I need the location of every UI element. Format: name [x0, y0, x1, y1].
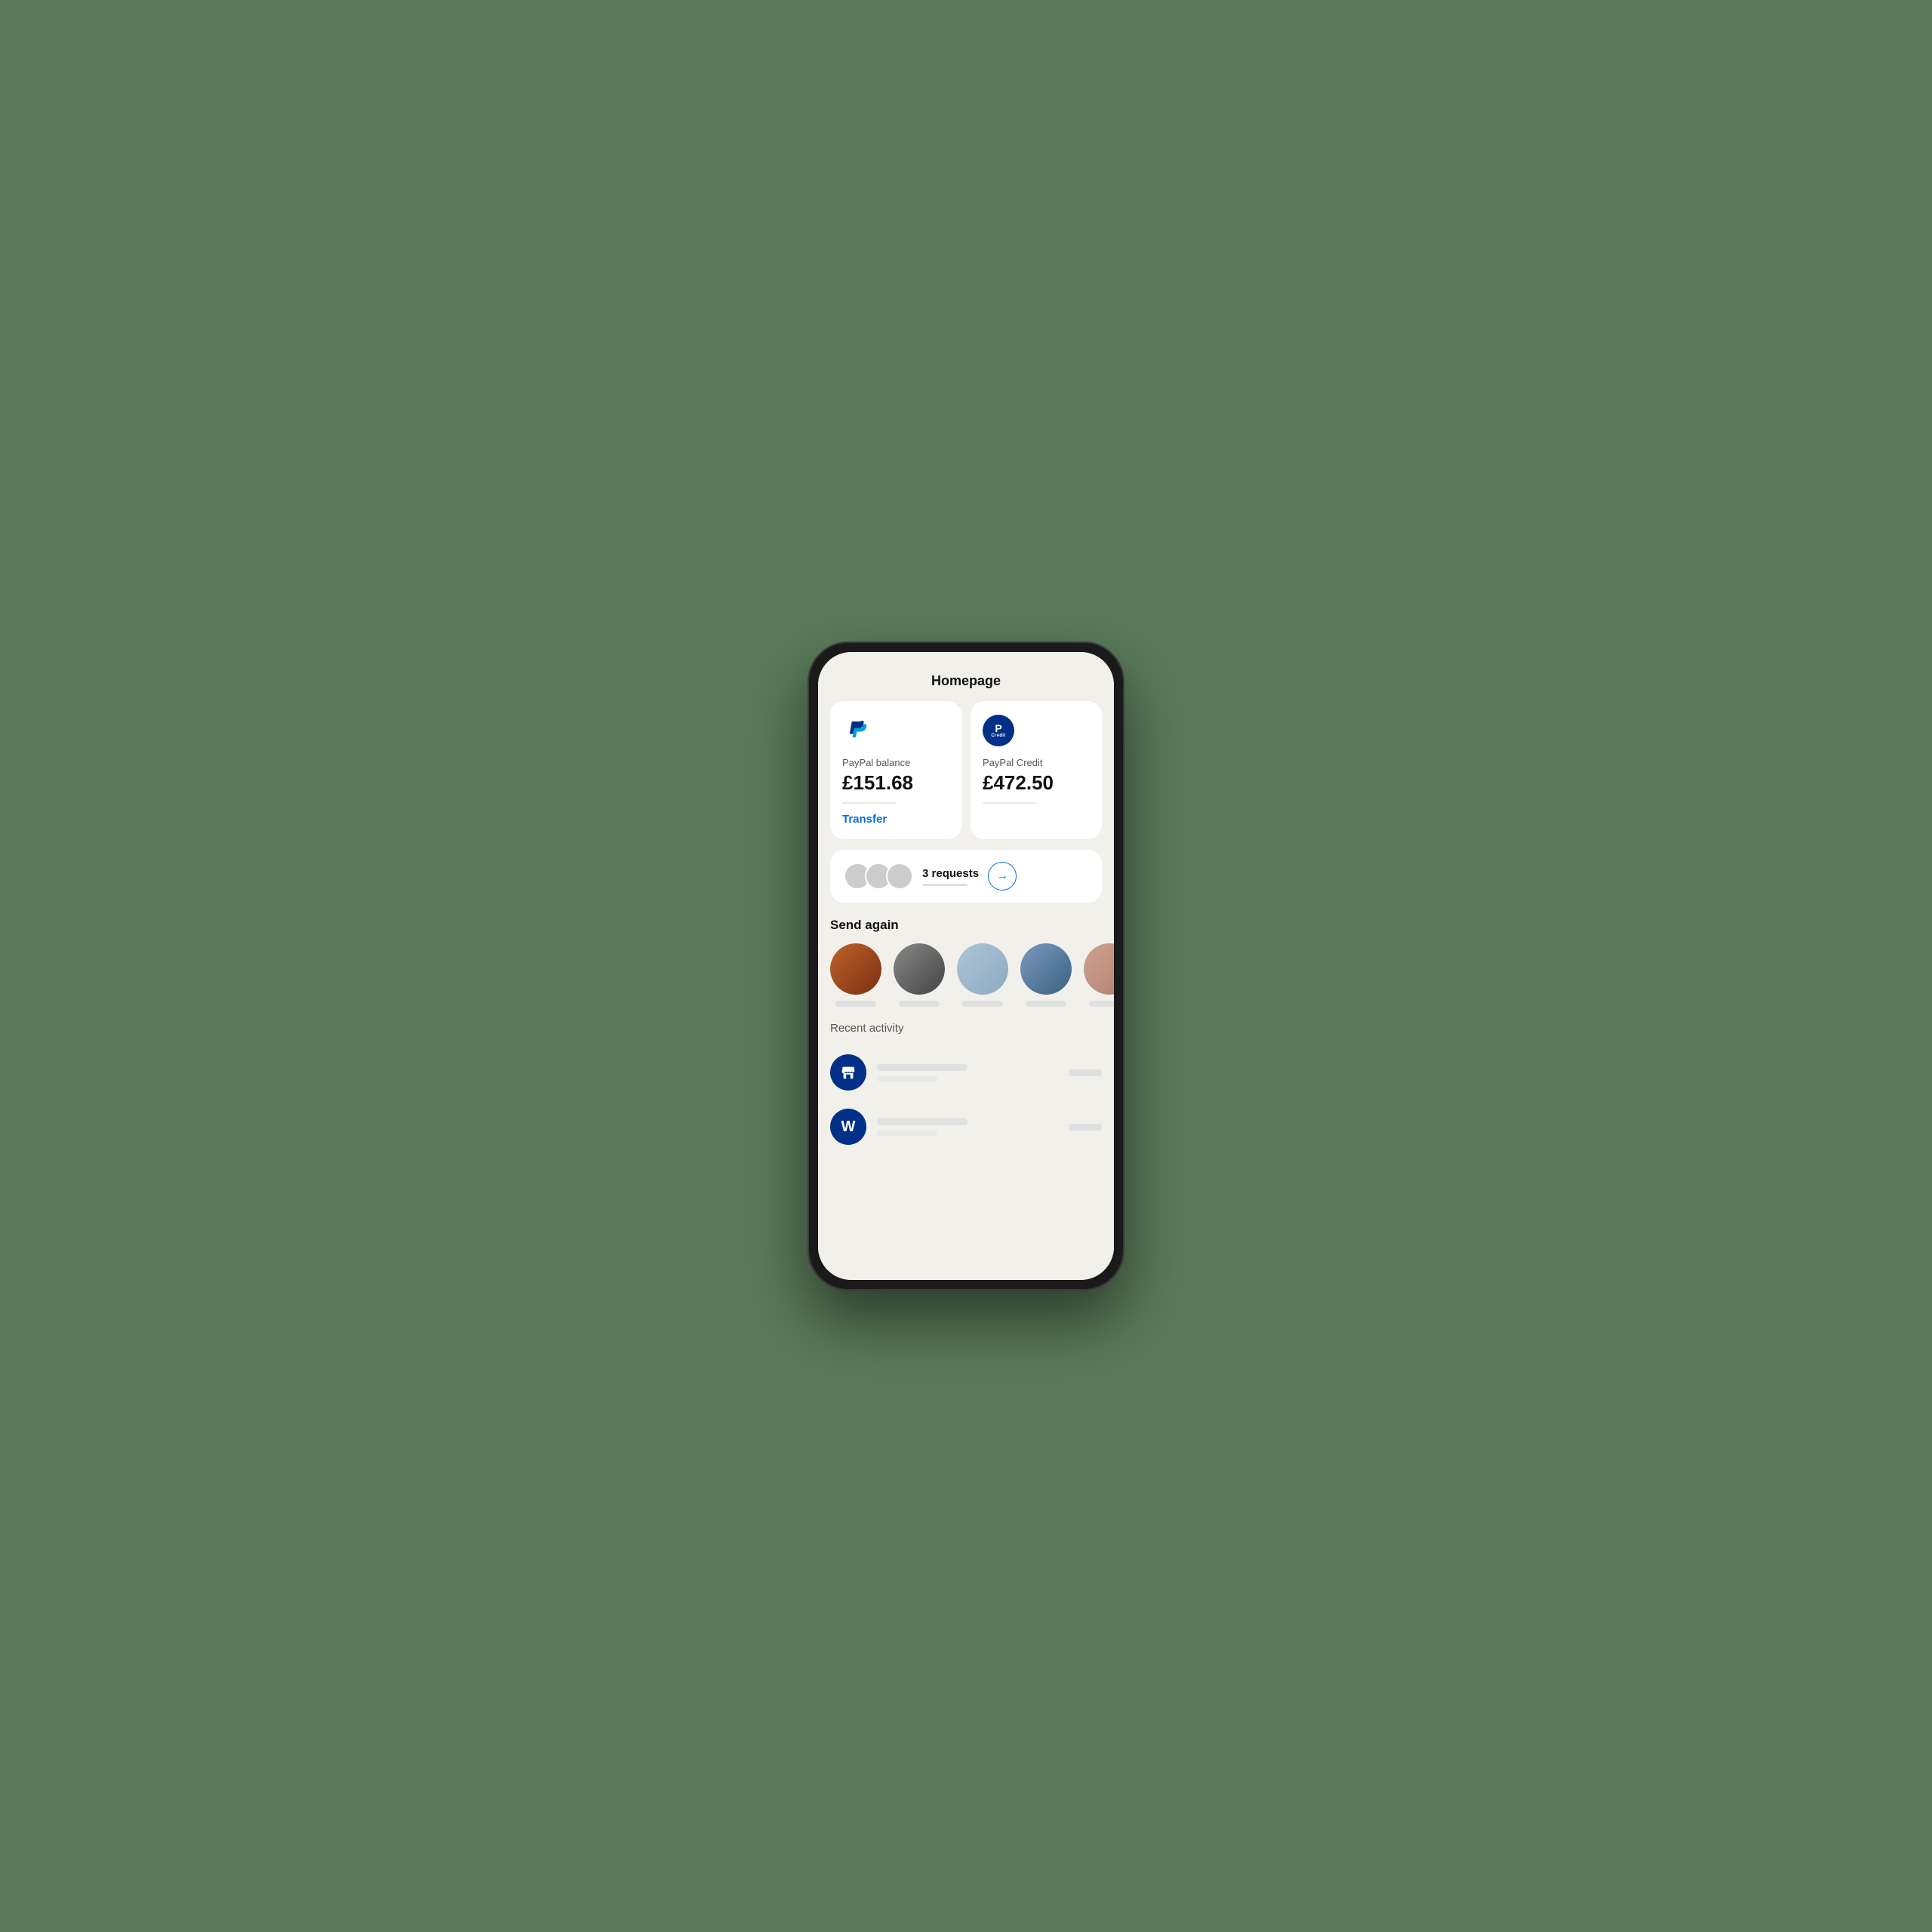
- send-person-4[interactable]: [1020, 943, 1072, 1007]
- activity-list: W: [818, 1045, 1114, 1154]
- send-person-3[interactable]: [957, 943, 1008, 1007]
- balance-amount: £151.68: [842, 771, 949, 795]
- person-avatar-2: [894, 943, 945, 995]
- person-avatar-3: [957, 943, 1008, 995]
- balance-divider: [842, 802, 896, 804]
- requests-arrow-button[interactable]: →: [988, 862, 1017, 891]
- requests-avatar-stack: [844, 863, 913, 890]
- screen-scroll[interactable]: Homepage PayPal balance £151.68 Transfer: [818, 652, 1114, 1280]
- credit-logo: P Credit: [983, 715, 1014, 746]
- send-again-title: Send again: [818, 918, 1114, 943]
- send-again-scroll[interactable]: [818, 943, 1114, 1022]
- credit-logo-text: Credit: [991, 734, 1005, 738]
- recent-activity-label: Recent activity: [818, 1022, 1114, 1045]
- credit-divider: [983, 802, 1036, 804]
- phone-device: Homepage PayPal balance £151.68 Transfer: [808, 641, 1124, 1291]
- send-person-2[interactable]: [894, 943, 945, 1007]
- balance-cards-row: PayPal balance £151.68 Transfer P Credit…: [818, 701, 1114, 850]
- activity-details-1: [877, 1064, 1058, 1081]
- person-avatar-4: [1020, 943, 1072, 995]
- person-name-bar-4: [1026, 1001, 1066, 1007]
- request-avatar-3: [886, 863, 913, 890]
- activity-name-bar-1: [877, 1064, 968, 1071]
- activity-details-2: [877, 1118, 1058, 1136]
- person-name-bar-3: [962, 1001, 1003, 1007]
- activity-amount-2: [1069, 1124, 1102, 1131]
- activity-sub-bar-2: [877, 1131, 937, 1136]
- activity-icon-store: [830, 1054, 866, 1091]
- phone-screen: Homepage PayPal balance £151.68 Transfer: [818, 652, 1114, 1280]
- send-person-1[interactable]: [830, 943, 881, 1007]
- balance-label: PayPal balance: [842, 757, 949, 768]
- paypal-credit-card[interactable]: P Credit PayPal Credit £472.50: [971, 701, 1102, 839]
- credit-amount: £472.50: [983, 771, 1090, 795]
- send-person-5[interactable]: [1084, 943, 1114, 1007]
- paypal-logo: [842, 715, 874, 746]
- activity-sub-bar-1: [877, 1076, 937, 1081]
- person-name-bar-1: [835, 1001, 876, 1007]
- requests-count: 3 requests: [922, 867, 979, 880]
- person-name-bar-2: [899, 1001, 940, 1007]
- requests-info: 3 requests: [922, 867, 979, 886]
- person-name-bar-5: [1089, 1001, 1114, 1007]
- person-avatar-5: [1084, 943, 1114, 995]
- page-title: Homepage: [818, 652, 1114, 701]
- person-avatar-1: [830, 943, 881, 995]
- activity-icon-w: W: [830, 1109, 866, 1145]
- activity-name-bar-2: [877, 1118, 968, 1125]
- credit-logo-p: P: [995, 723, 1001, 734]
- transfer-link[interactable]: Transfer: [842, 813, 949, 826]
- activity-item-2[interactable]: W: [830, 1100, 1102, 1154]
- paypal-balance-card[interactable]: PayPal balance £151.68 Transfer: [830, 701, 961, 839]
- requests-sub-bar: [922, 884, 968, 886]
- activity-item-1[interactable]: [830, 1045, 1102, 1100]
- requests-bar[interactable]: 3 requests →: [830, 850, 1102, 903]
- credit-label: PayPal Credit: [983, 757, 1090, 768]
- activity-amount-1: [1069, 1069, 1102, 1076]
